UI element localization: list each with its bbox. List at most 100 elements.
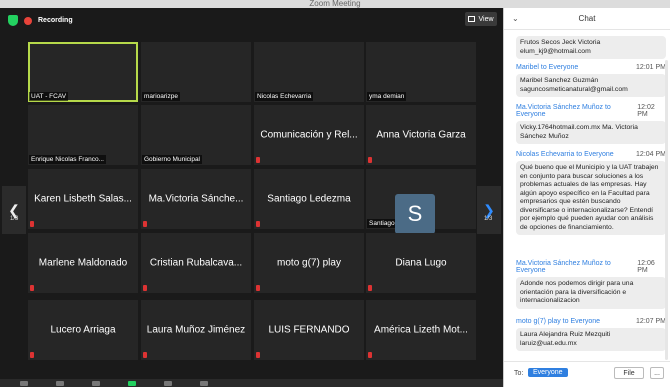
participants-icon[interactable] (92, 380, 100, 386)
recording-dot-icon (24, 16, 32, 25)
chat-panel: ⌄ Chat Frutos Secos Jeck Victoria elum_k… (503, 8, 670, 387)
participant-tile[interactable]: Anna Victoria Garza (366, 105, 476, 165)
message-sender: moto g(7) play to Everyone (516, 318, 601, 325)
more-options-button[interactable]: ... (650, 367, 664, 379)
participant-tile[interactable]: Karen Lisbeth Salas... (28, 169, 138, 229)
participant-label: UAT - FCAV (29, 92, 69, 101)
record-icon[interactable] (164, 380, 172, 386)
participant-name: Diana Lugo (395, 257, 447, 269)
message-time: 12:06 PM (637, 260, 655, 274)
participant-name: Ma.Victoria Sánche... (148, 193, 244, 205)
participant-tile[interactable]: moto g(7) play (254, 233, 364, 293)
participant-name: Marlene Maldonado (38, 257, 128, 269)
participant-tile[interactable]: Gobierno Municipal (141, 105, 251, 165)
chat-messages: Frutos Secos Jeck Victoria elum_kj9@hotm… (504, 30, 670, 360)
file-button[interactable]: File (614, 367, 644, 379)
participant-tile[interactable]: Marlene Maldonado (28, 233, 138, 293)
participant-name: Cristian Rubalcava... (149, 257, 243, 269)
muted-icon (368, 157, 372, 163)
video-camera-icon[interactable] (56, 380, 64, 386)
muted-icon (368, 352, 372, 358)
participant-label: Gobierno Municipal (142, 155, 203, 164)
participant-tile[interactable]: Comunicación y Rel... (254, 105, 364, 165)
message-time: 12:07 PM (636, 318, 666, 325)
message-text: Qué bueno que el Municipio y la UAT trab… (516, 161, 666, 235)
message-sender: Maribel to Everyone (516, 64, 579, 71)
message-header: moto g(7) play to Everyone 12:07 PM (516, 318, 666, 325)
participant-tile[interactable]: Santiago Ledezma (254, 169, 364, 229)
participant-label: Nicolas Echevarria (255, 92, 314, 101)
participant-tile[interactable]: Laura Muñoz Jiménez (141, 300, 251, 360)
chat-scrollbar[interactable] (665, 60, 668, 360)
participant-tile[interactable]: marioarizpe (141, 42, 251, 102)
message-header: Ma.Victoria Sánchez Muñoz to Everyone 12… (516, 104, 666, 118)
participant-tile[interactable]: Enrique Nicolas Franco... (28, 105, 138, 165)
participant-label: yma demian (367, 92, 407, 101)
muted-icon (143, 221, 147, 227)
chat-message: moto g(7) play to Everyone 12:07 PM Laur… (516, 318, 666, 351)
message-text: Laura Alejandra Ruiz Mezquiti laruiz@uat… (516, 328, 666, 351)
message-text: Frutos Secos Jeck Victoria elum_kj9@hotm… (516, 36, 666, 59)
participant-tile[interactable]: Nicolas Echevarria (254, 42, 364, 102)
zoom-window: Zoom Meeting Recording View UAT - FCAV m… (0, 0, 670, 387)
reactions-icon[interactable] (200, 380, 208, 386)
participant-name: Laura Muñoz Jiménez (146, 324, 246, 336)
shield-icon (8, 15, 18, 26)
video-gallery: Recording View UAT - FCAV marioarizpe Ni… (0, 8, 503, 387)
message-text: Adonde nos podemos dirigir para una orie… (516, 277, 666, 309)
muted-icon (143, 285, 147, 291)
chat-title: Chat (578, 14, 596, 23)
chat-header: ⌄ Chat (504, 8, 670, 30)
participant-tile[interactable]: América Lizeth Mot... (366, 300, 476, 360)
view-button[interactable]: View (465, 12, 497, 26)
participant-tile[interactable]: Diana Lugo (366, 233, 476, 293)
participant-tile[interactable]: Cristian Rubalcava... (141, 233, 251, 293)
message-text: Vicky.1764hotmail.com.mx Ma. Victoria Sá… (516, 121, 666, 144)
participant-tile[interactable]: LUIS FERNANDO (254, 300, 364, 360)
message-header: Maribel to Everyone 12:01 PM (516, 64, 666, 71)
participant-tile[interactable]: yma demian (366, 42, 476, 102)
participant-name: Comunicación y Rel... (260, 129, 358, 141)
file-button-label: File (623, 369, 635, 377)
chat-footer: To: Everyone File ... (504, 361, 670, 387)
muted-icon (256, 352, 260, 358)
message-sender: Nicolas Echevarria to Everyone (516, 151, 614, 158)
muted-icon (30, 352, 34, 358)
grid-icon (468, 16, 476, 22)
muted-icon (30, 221, 34, 227)
message-sender: Ma.Victoria Sánchez Muñoz to Everyone (516, 104, 611, 118)
avatar: S (395, 194, 435, 234)
chat-message: Nicolas Echevarria to Everyone 12:04 PM … (516, 151, 666, 235)
participant-name: moto g(7) play (277, 257, 341, 269)
chevron-down-icon[interactable]: ⌄ (512, 8, 519, 30)
muted-icon (143, 352, 147, 358)
participant-tile[interactable]: UAT - FCAV (28, 42, 138, 102)
share-screen-icon[interactable] (128, 380, 136, 386)
recording-indicator: Recording (8, 15, 73, 26)
chat-message: Frutos Secos Jeck Victoria elum_kj9@hotm… (516, 36, 666, 59)
meeting-controls-bar (0, 379, 503, 387)
view-label: View (478, 15, 494, 23)
participant-label: marioarizpe (142, 92, 180, 101)
participant-tile[interactable]: Lucero Arriaga (28, 300, 138, 360)
to-label: To: (514, 370, 524, 377)
participant-name: Karen Lisbeth Salas... (34, 193, 132, 205)
muted-icon (256, 157, 260, 163)
more-label: ... (654, 369, 660, 377)
participant-name: Santiago Ledezma (267, 193, 351, 205)
muted-icon (368, 285, 372, 291)
participant-name: América Lizeth Mot... (374, 324, 468, 336)
message-time: 12:01 PM (636, 64, 666, 71)
microphone-icon[interactable] (20, 380, 28, 386)
muted-icon (256, 221, 260, 227)
next-page-button[interactable]: ❯ (477, 186, 501, 234)
message-time: 12:02 PM (637, 104, 655, 118)
chat-message: Maribel to Everyone 12:01 PM Maribel San… (516, 64, 666, 97)
participant-label: Enrique Nicolas Franco... (29, 155, 106, 164)
chat-message: Ma.Victoria Sánchez Muñoz to Everyone 12… (516, 104, 666, 144)
recipient-select[interactable]: Everyone (528, 368, 568, 377)
message-header: Nicolas Echevarria to Everyone 12:04 PM (516, 151, 666, 158)
participant-name: Lucero Arriaga (50, 324, 116, 336)
previous-page-button[interactable]: ❮ (2, 186, 26, 234)
participant-tile[interactable]: Ma.Victoria Sánche... (141, 169, 251, 229)
